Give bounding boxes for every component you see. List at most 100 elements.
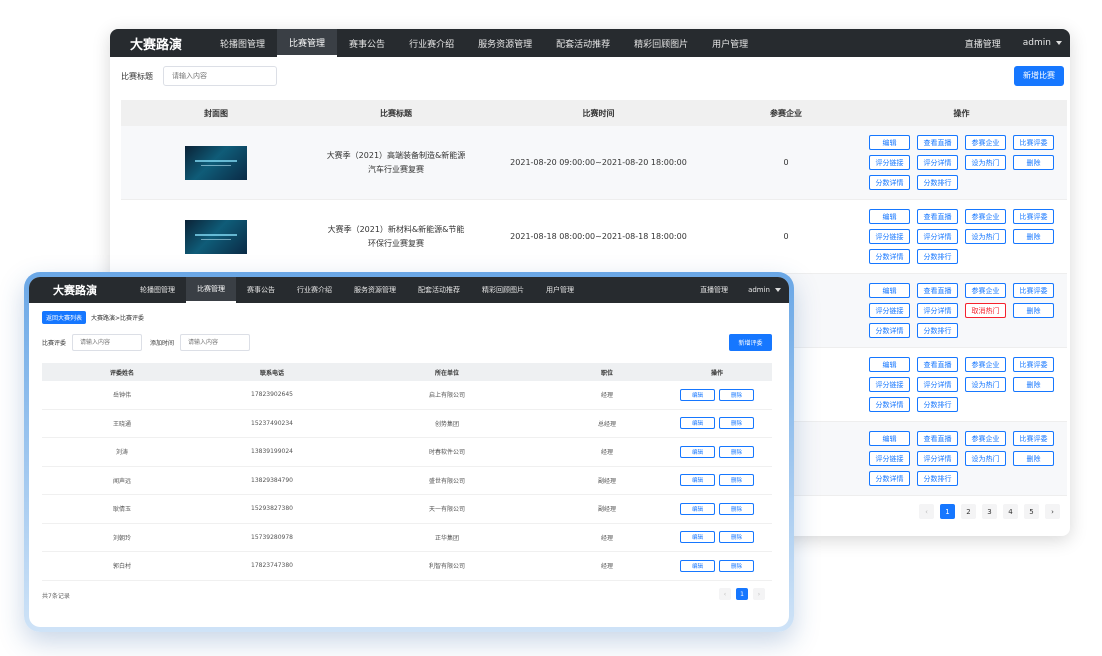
score-detail-button[interactable]: 评分详情 (917, 155, 958, 170)
edit-button[interactable]: 编辑 (680, 559, 715, 572)
edit-button[interactable]: 编辑 (869, 357, 910, 372)
score-info-button[interactable]: 分数详情 (869, 249, 910, 264)
page-4[interactable]: 4 (1003, 504, 1018, 519)
score-link-button[interactable]: 评分链接 (869, 377, 910, 392)
judges-button[interactable]: 比赛评委 (1013, 357, 1054, 372)
edit-button[interactable]: 编辑 (869, 431, 910, 446)
nav-industry[interactable]: 行业赛介绍 (286, 277, 343, 303)
edit-button[interactable]: 编辑 (680, 417, 715, 430)
delete-button[interactable]: 删除 (1013, 229, 1054, 244)
score-rank-button[interactable]: 分数排行 (917, 471, 958, 486)
edit-button[interactable]: 编辑 (680, 445, 715, 458)
score-rank-button[interactable]: 分数排行 (917, 175, 958, 190)
delete-button[interactable]: 删除 (719, 474, 754, 487)
companies-button[interactable]: 参赛企业 (965, 209, 1006, 224)
delete-button[interactable]: 删除 (719, 559, 754, 572)
nav-banner[interactable]: 轮播图管理 (129, 277, 186, 303)
next-page-button[interactable]: › (753, 588, 765, 600)
delete-button[interactable]: 删除 (719, 417, 754, 430)
delete-button[interactable]: 删除 (1013, 155, 1054, 170)
add-judge-button[interactable]: 新增评委 (729, 334, 772, 351)
edit-button[interactable]: 编辑 (680, 388, 715, 401)
companies-button[interactable]: 参赛企业 (965, 135, 1006, 150)
delete-button[interactable]: 删除 (719, 531, 754, 544)
companies-button[interactable]: 参赛企业 (965, 431, 1006, 446)
score-info-button[interactable]: 分数详情 (869, 471, 910, 486)
nav-industry[interactable]: 行业赛介绍 (397, 29, 466, 57)
admin-menu[interactable]: admin (1023, 38, 1062, 48)
edit-button[interactable]: 编辑 (680, 474, 715, 487)
score-rank-button[interactable]: 分数排行 (917, 249, 958, 264)
delete-button[interactable]: 删除 (719, 502, 754, 515)
companies-button[interactable]: 参赛企业 (965, 283, 1006, 298)
edit-button[interactable]: 编辑 (680, 502, 715, 515)
prev-page-button[interactable]: ‹ (719, 588, 731, 600)
score-info-button[interactable]: 分数详情 (869, 175, 910, 190)
delete-button[interactable]: 删除 (1013, 303, 1054, 318)
hot-toggle-button[interactable]: 设为热门 (965, 377, 1006, 392)
score-info-button[interactable]: 分数详情 (869, 397, 910, 412)
page-3[interactable]: 3 (982, 504, 997, 519)
score-detail-button[interactable]: 评分详情 (917, 377, 958, 392)
nav-notice[interactable]: 赛事公告 (236, 277, 286, 303)
nav-contest[interactable]: 比赛管理 (186, 277, 236, 303)
score-info-button[interactable]: 分数详情 (869, 323, 910, 338)
delete-button[interactable]: 删除 (719, 445, 754, 458)
judge-search-input[interactable] (72, 333, 143, 351)
score-link-button[interactable]: 评分链接 (869, 451, 910, 466)
next-page-button[interactable]: › (1045, 504, 1060, 519)
edit-button[interactable]: 编辑 (680, 531, 715, 544)
edit-button[interactable]: 编辑 (869, 135, 910, 150)
view-live-button[interactable]: 查看直播 (917, 431, 958, 446)
hot-toggle-button[interactable]: 设为热门 (965, 229, 1006, 244)
add-contest-button[interactable]: 新增比赛 (1014, 66, 1064, 86)
hot-toggle-button[interactable]: 设为热门 (965, 155, 1006, 170)
nav-contest[interactable]: 比赛管理 (277, 29, 338, 57)
judges-button[interactable]: 比赛评委 (1013, 431, 1054, 446)
view-live-button[interactable]: 查看直播 (917, 135, 958, 150)
nav-resources[interactable]: 服务资源管理 (466, 29, 544, 57)
prev-page-button[interactable]: ‹ (919, 504, 934, 519)
nav-resources[interactable]: 服务资源管理 (343, 277, 407, 303)
time-search-input[interactable] (180, 333, 251, 351)
nav-activities[interactable]: 配套活动推荐 (407, 277, 471, 303)
score-link-button[interactable]: 评分链接 (869, 155, 910, 170)
score-detail-button[interactable]: 评分详情 (917, 303, 958, 318)
score-detail-button[interactable]: 评分详情 (917, 229, 958, 244)
page-1[interactable]: 1 (940, 504, 955, 519)
nav-users[interactable]: 用户管理 (535, 277, 585, 303)
edit-button[interactable]: 编辑 (869, 283, 910, 298)
page-2[interactable]: 2 (961, 504, 976, 519)
view-live-button[interactable]: 查看直播 (917, 357, 958, 372)
nav-activities[interactable]: 配套活动推荐 (544, 29, 622, 57)
nav-live[interactable]: 直播管理 (700, 285, 728, 295)
hot-toggle-button[interactable]: 取消热门 (965, 303, 1006, 318)
back-to-list-button[interactable]: 返回大赛列表 (42, 311, 87, 324)
judges-button[interactable]: 比赛评委 (1013, 283, 1054, 298)
nav-banner[interactable]: 轮播图管理 (208, 29, 277, 57)
nav-live[interactable]: 直播管理 (965, 37, 1001, 50)
score-rank-button[interactable]: 分数排行 (917, 397, 958, 412)
score-link-button[interactable]: 评分链接 (869, 303, 910, 318)
nav-gallery[interactable]: 精彩回顾图片 (471, 277, 535, 303)
delete-button[interactable]: 删除 (719, 388, 754, 401)
delete-button[interactable]: 删除 (1013, 451, 1054, 466)
nav-users[interactable]: 用户管理 (700, 29, 760, 57)
companies-button[interactable]: 参赛企业 (965, 357, 1006, 372)
view-live-button[interactable]: 查看直播 (917, 209, 958, 224)
score-link-button[interactable]: 评分链接 (869, 229, 910, 244)
delete-button[interactable]: 删除 (1013, 377, 1054, 392)
judges-button[interactable]: 比赛评委 (1013, 135, 1054, 150)
nav-gallery[interactable]: 精彩回顾图片 (622, 29, 700, 57)
hot-toggle-button[interactable]: 设为热门 (965, 451, 1006, 466)
score-rank-button[interactable]: 分数排行 (917, 323, 958, 338)
edit-button[interactable]: 编辑 (869, 209, 910, 224)
nav-notice[interactable]: 赛事公告 (337, 29, 397, 57)
contest-title-input[interactable] (163, 66, 277, 86)
page-1[interactable]: 1 (736, 588, 748, 600)
judges-button[interactable]: 比赛评委 (1013, 209, 1054, 224)
admin-menu[interactable]: admin (748, 286, 781, 294)
view-live-button[interactable]: 查看直播 (917, 283, 958, 298)
page-5[interactable]: 5 (1024, 504, 1039, 519)
score-detail-button[interactable]: 评分详情 (917, 451, 958, 466)
